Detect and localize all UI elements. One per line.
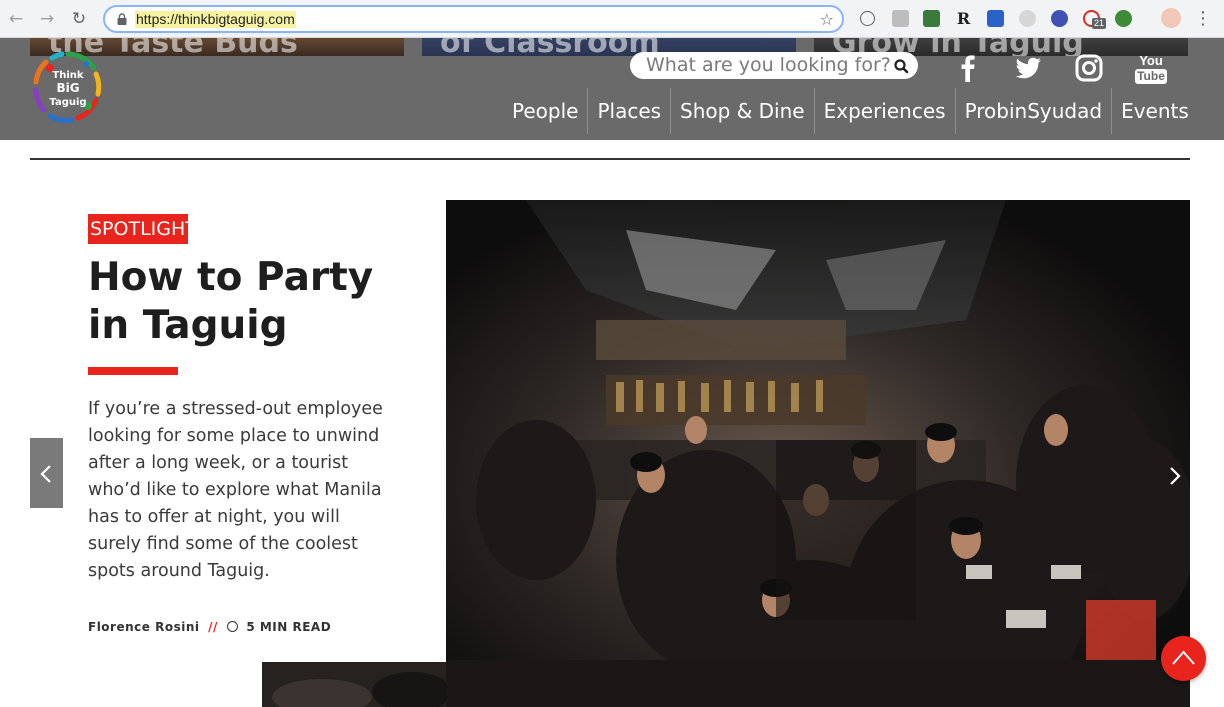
article-excerpt: If you’re a stressed-out employee lookin… (88, 399, 383, 581)
spotlight-badge[interactable]: SPOTLIGHT (88, 214, 188, 244)
extension-badge-count: 21 (1092, 18, 1107, 29)
calendar-extension-icon[interactable] (987, 10, 1004, 27)
slider-next-button[interactable] (1160, 456, 1190, 496)
nav-item-events[interactable]: Events (1111, 88, 1198, 134)
lock-icon (117, 13, 127, 25)
search-icon[interactable] (890, 55, 912, 77)
facebook-icon[interactable] (952, 52, 984, 84)
shield-extension-icon[interactable] (1051, 10, 1068, 27)
think-big-taguig-logo[interactable]: Think BiG Taguig (30, 48, 106, 124)
nav-item-people[interactable]: People (503, 88, 587, 134)
article-title[interactable]: How to Party in Taguig (88, 254, 408, 350)
title-underline (88, 367, 178, 375)
r-extension-icon[interactable]: R (955, 10, 972, 27)
search-placeholder: What are you looking for? (646, 54, 891, 76)
article-meta: Florence Rosini // 5 MIN READ (88, 620, 331, 634)
nav-item-shop-dine[interactable]: Shop & Dine (670, 88, 814, 134)
youtube-icon[interactable]: You Tube (1135, 54, 1167, 86)
address-bar[interactable]: https://thinkbigtaguig.com ☆ (103, 5, 844, 33)
instagram-icon[interactable] (1073, 52, 1105, 84)
read-time: 5 MIN READ (246, 620, 332, 634)
chevron-up-icon (1172, 650, 1195, 665)
reload-icon[interactable]: ↻ (69, 9, 89, 29)
tabs-extension-icon[interactable] (892, 10, 909, 27)
meta-separator: // (208, 620, 218, 634)
slider-prev-button[interactable] (30, 438, 63, 508)
feature-photo[interactable] (446, 200, 1190, 707)
nav-item-places[interactable]: Places (587, 88, 670, 134)
logo-line-think: Think (52, 70, 83, 81)
chevron-right-icon (1170, 467, 1181, 485)
back-to-top-button[interactable] (1161, 636, 1206, 681)
map-extension-icon[interactable] (923, 10, 940, 27)
youtube-icon-top: You (1139, 53, 1163, 68)
back-icon[interactable]: ← (6, 9, 26, 29)
twitter-icon[interactable] (1012, 52, 1044, 84)
section-divider (30, 158, 1190, 160)
browser-menu-icon[interactable]: ⋮ (1194, 9, 1212, 29)
chevron-left-icon (40, 465, 51, 483)
youtube-icon-bottom: Tube (1135, 69, 1167, 84)
logo-line-big: BiG (56, 81, 79, 95)
teaser-title: of Classroom (440, 38, 660, 56)
url-text[interactable]: https://thinkbigtaguig.com (135, 11, 296, 28)
nav-item-probinsyudad[interactable]: ProbinSyudad (954, 88, 1112, 134)
site-header: the Taste Buds of Classroom Grow in Tagu… (0, 38, 1224, 140)
profile-avatar[interactable] (1161, 8, 1181, 28)
ghost-extension-icon[interactable] (1115, 10, 1132, 27)
clock-icon (226, 621, 238, 632)
author-name[interactable]: Florence Rosini (88, 620, 199, 634)
block-extension-icon[interactable] (860, 11, 875, 26)
feature-photo-lower-strip (262, 662, 446, 707)
nav-item-experiences[interactable]: Experiences (813, 88, 955, 134)
bookmark-star-icon[interactable]: ☆ (820, 10, 834, 29)
zoom-extension-icon[interactable] (1019, 10, 1036, 27)
logo-line-taguig: Taguig (49, 97, 86, 108)
search-input[interactable]: What are you looking for? (630, 52, 918, 79)
tracker-extension-icon[interactable]: 21 (1083, 10, 1107, 29)
main-navigation: People Places Shop & Dine Experiences Pr… (503, 88, 1198, 134)
browser-toolbar: ← → ↻ https://thinkbigtaguig.com ☆ R 21 … (0, 0, 1224, 38)
forward-icon[interactable]: → (37, 9, 57, 29)
